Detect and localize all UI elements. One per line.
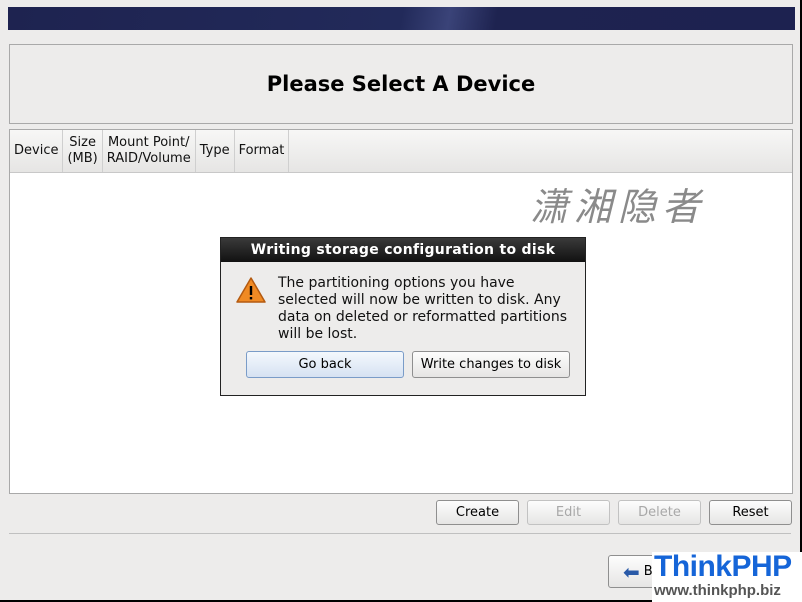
column-format[interactable]: Format <box>235 130 290 172</box>
watermark: 潇湘隐者 <box>530 185 707 229</box>
go-back-button[interactable]: Go back <box>246 351 404 378</box>
page-title: Please Select A Device <box>9 44 793 124</box>
logo-name: ThinkPHP <box>654 550 792 583</box>
column-device[interactable]: Device <box>10 130 64 172</box>
delete-button[interactable]: Delete <box>618 500 701 525</box>
confirm-dialog: Writing storage configuration to disk Th… <box>220 237 586 396</box>
column-mount-point[interactable]: Mount Point/ RAID/Volume <box>103 130 196 172</box>
write-changes-button[interactable]: Write changes to disk <box>412 351 570 378</box>
edit-button[interactable]: Edit <box>527 500 610 525</box>
column-type[interactable]: Type <box>196 130 235 172</box>
logo-url: www.thinkphp.biz <box>654 582 781 599</box>
dialog-title: Writing storage configuration to disk <box>221 238 585 262</box>
warning-icon <box>236 277 266 303</box>
create-button[interactable]: Create <box>436 500 519 525</box>
top-banner <box>8 7 795 30</box>
dialog-message: The partitioning options you have select… <box>278 275 568 342</box>
separator <box>9 533 791 534</box>
table-header: Device Size (MB) Mount Point/ RAID/Volum… <box>10 130 792 173</box>
reset-button[interactable]: Reset <box>709 500 792 525</box>
thinkphp-logo: ThinkPHP www.thinkphp.biz <box>652 552 802 602</box>
back-arrow-icon: ⬅ <box>623 559 640 584</box>
column-size[interactable]: Size (MB) <box>63 130 103 172</box>
